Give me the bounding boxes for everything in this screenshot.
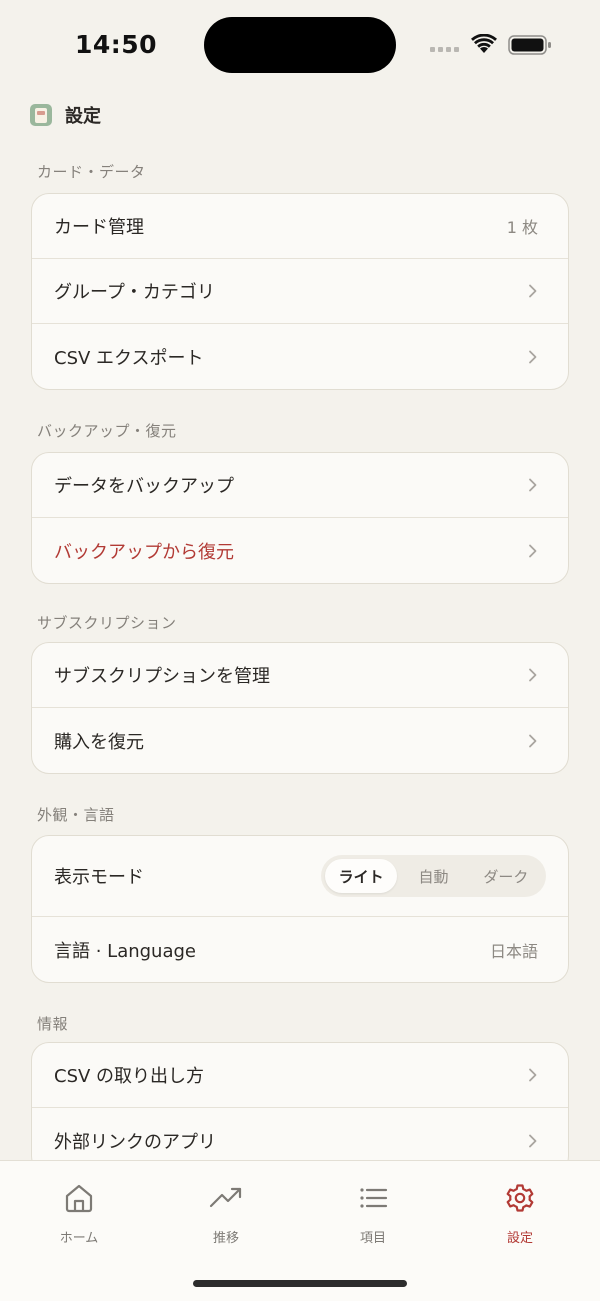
subscription-group: サブスクリプションを管理 購入を復元 — [31, 642, 569, 774]
csv-howto-row[interactable]: CSV の取り出し方 — [32, 1043, 568, 1108]
section-label-appearance: 外観・言語 — [37, 806, 115, 824]
backup-group: データをバックアップ バックアップから復元 — [31, 452, 569, 584]
battery-icon — [508, 35, 551, 55]
display-mode-auto-option[interactable]: 自動 — [397, 859, 469, 893]
section-label-backup: バックアップ・復元 — [37, 422, 177, 440]
chevron-right-icon — [529, 1068, 537, 1082]
tab-label: 項目 — [359, 1231, 386, 1246]
chevron-right-icon — [529, 1134, 537, 1147]
chevron-right-icon — [529, 350, 537, 363]
tab-home[interactable]: ホーム — [29, 1181, 129, 1246]
chevron-right-icon — [529, 284, 537, 298]
home-indicator — [193, 1280, 407, 1287]
language-row[interactable]: 言語 · Language 日本語 — [32, 917, 568, 982]
row-label: カード管理 — [54, 217, 144, 238]
row-label: グループ・カテゴリ — [54, 282, 215, 303]
row-label: サブスクリプションを管理 — [54, 666, 270, 687]
status-time: 14:50 — [75, 30, 158, 59]
home-icon — [65, 1184, 93, 1213]
card-data-group: カード管理 1 枚 グループ・カテゴリ CSV エクスポート — [31, 193, 569, 390]
tab-label: 設定 — [506, 1231, 533, 1246]
manage-subscription-row[interactable]: サブスクリプションを管理 — [32, 643, 568, 708]
card-count-value: 1 枚 — [506, 218, 538, 237]
display-mode-row: 表示モード ライト 自動 ダーク — [32, 836, 568, 917]
row-label: データをバックアップ — [54, 476, 234, 497]
backup-data-row[interactable]: データをバックアップ — [32, 453, 568, 518]
section-label-info: 情報 — [37, 1015, 69, 1033]
tab-label: ホーム — [59, 1231, 99, 1246]
trend-icon — [209, 1187, 242, 1208]
chevron-right-icon — [529, 668, 537, 682]
display-mode-light-option[interactable]: ライト — [325, 859, 398, 893]
gear-icon — [506, 1184, 534, 1212]
row-label: 表示モード — [54, 867, 144, 888]
row-label: バックアップから復元 — [54, 541, 234, 563]
section-label-card-data: カード・データ — [37, 163, 146, 181]
restore-purchase-row[interactable]: 購入を復元 — [32, 708, 568, 773]
section-label-subscription: サブスクリプション — [37, 614, 177, 632]
row-label: 言語 · Language — [54, 940, 196, 962]
status-bar: 14:50 — [0, 0, 600, 90]
page-title: 設定 — [65, 106, 101, 127]
list-icon — [360, 1188, 388, 1208]
chevron-right-icon — [529, 478, 537, 492]
info-group: CSV の取り出し方 外部リンクのアプリ — [31, 1042, 569, 1174]
chevron-right-icon — [529, 734, 537, 747]
chevron-right-icon — [529, 544, 537, 557]
appearance-group: 表示モード ライト 自動 ダーク 言語 · Language 日本語 — [31, 835, 569, 983]
tab-trend[interactable]: 推移 — [176, 1181, 276, 1246]
row-label: CSV エクスポート — [54, 347, 204, 369]
language-value: 日本語 — [489, 941, 538, 961]
card-management-row[interactable]: カード管理 1 枚 — [32, 194, 568, 259]
cellular-signal-icon — [430, 47, 459, 52]
tab-label: 推移 — [212, 1231, 239, 1246]
tab-items[interactable]: 項目 — [323, 1181, 423, 1246]
row-label: CSV の取り出し方 — [54, 1066, 205, 1087]
wifi-icon — [471, 34, 497, 53]
display-mode-dark-option[interactable]: ダーク — [470, 859, 542, 893]
csv-export-row[interactable]: CSV エクスポート — [32, 324, 568, 389]
restore-backup-row[interactable]: バックアップから復元 — [32, 518, 568, 583]
group-category-row[interactable]: グループ・カテゴリ — [32, 259, 568, 324]
display-mode-segmented-control: ライト 自動 ダーク — [321, 855, 546, 897]
tab-settings[interactable]: 設定 — [470, 1181, 570, 1246]
dynamic-island — [204, 17, 396, 73]
app-icon — [30, 104, 52, 126]
row-label: 購入を復元 — [54, 731, 144, 753]
row-label: 外部リンクのアプリ — [54, 1131, 216, 1153]
page-header: 設定 — [30, 103, 101, 127]
